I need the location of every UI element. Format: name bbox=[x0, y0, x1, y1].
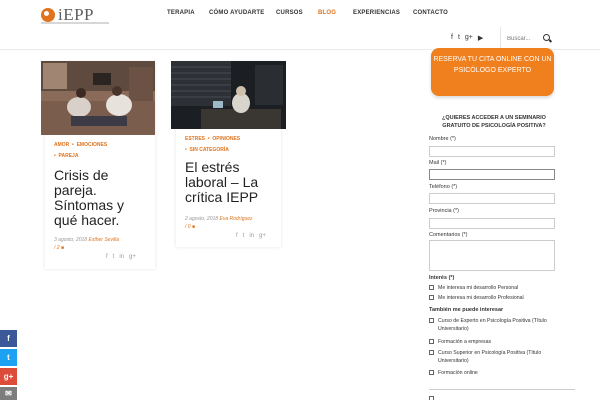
float-google-plus-icon[interactable]: g+ bbox=[0, 368, 17, 385]
tag-link[interactable]: SIN CATEGORÍA bbox=[190, 147, 229, 153]
interest-option[interactable]: Me interesa mi desarrollo Personal bbox=[429, 284, 518, 292]
nav-item-terapia[interactable]: TERAPIA bbox=[167, 10, 195, 16]
tag-link[interactable]: EMOCIONES bbox=[77, 142, 108, 148]
maybe-option[interactable]: Curso de Experto en Psicología Positiva … bbox=[429, 317, 549, 333]
checkbox[interactable] bbox=[429, 285, 434, 290]
header-social-icons: f t g+ ▶ bbox=[451, 34, 483, 42]
facebook-icon[interactable]: f bbox=[236, 233, 238, 239]
youtube-icon[interactable]: ▶ bbox=[478, 34, 483, 42]
post-meta: 3 agosto, 2018 Esther Sevilla / 2 ■ bbox=[54, 236, 150, 252]
privacy-checkbox[interactable] bbox=[429, 396, 434, 400]
search-icon[interactable] bbox=[543, 34, 550, 41]
option-label: Curso Superior en Psicología Positiva (T… bbox=[438, 350, 542, 364]
facebook-icon[interactable]: f bbox=[106, 254, 108, 260]
linkedin-icon[interactable]: in bbox=[119, 254, 124, 260]
tag-link[interactable]: AMOR bbox=[54, 142, 69, 148]
maybe-option[interactable]: Formación online bbox=[429, 369, 478, 377]
share-icons: f t in g+ bbox=[106, 254, 136, 260]
post-date: 2 agosto, 2018 bbox=[185, 216, 219, 222]
post-author[interactable]: Esther Sevilla bbox=[88, 237, 119, 243]
facebook-icon[interactable]: f bbox=[451, 34, 453, 42]
google-plus-icon[interactable]: g+ bbox=[259, 233, 266, 239]
phone-field[interactable] bbox=[429, 193, 555, 204]
tag-link[interactable]: OPINIONES bbox=[212, 136, 240, 142]
comments-textarea[interactable] bbox=[429, 240, 555, 271]
logo-icon bbox=[41, 8, 55, 22]
checkbox[interactable] bbox=[429, 339, 434, 344]
tag-link[interactable]: ESTRES bbox=[185, 136, 205, 142]
checkbox[interactable] bbox=[429, 350, 434, 355]
twitter-icon[interactable]: t bbox=[243, 233, 245, 239]
twitter-icon[interactable]: t bbox=[458, 34, 460, 42]
nav-item-cursos[interactable]: CURSOS bbox=[276, 10, 303, 16]
linkedin-icon[interactable]: in bbox=[249, 233, 254, 239]
comment-icon: ■ bbox=[191, 224, 195, 230]
post-tags: ESTRES • OPINIONES • SIN CATEGORÍA bbox=[185, 136, 241, 153]
post-comments[interactable]: / 0 bbox=[185, 224, 191, 230]
email-field[interactable] bbox=[429, 169, 555, 180]
twitter-icon[interactable]: t bbox=[113, 254, 115, 260]
post-meta: 2 agosto, 2018 Eva Rodríguez / 0 ■ bbox=[185, 215, 281, 231]
field-label-name: Nombre (*) bbox=[429, 136, 456, 142]
post-image-couple[interactable] bbox=[41, 61, 155, 135]
option-label: Formación online bbox=[438, 370, 478, 376]
field-label-province: Provincia (*) bbox=[429, 208, 459, 214]
post-title[interactable]: El estrés laboral – La crítica IEPP bbox=[185, 160, 277, 205]
post-image-office[interactable] bbox=[171, 61, 286, 129]
book-appointment-button[interactable]: RESERVA TU CITA ONLINE CON UN PSICÓLOGO … bbox=[431, 48, 554, 96]
interest-option[interactable]: Me interesa mi desarrollo Profesional bbox=[429, 294, 524, 302]
google-plus-icon[interactable]: g+ bbox=[465, 34, 473, 42]
comment-icon: ■ bbox=[60, 245, 64, 251]
post-author[interactable]: Eva Rodríguez bbox=[219, 216, 252, 222]
maybe-label: También me puede interesar bbox=[429, 307, 504, 313]
form-title: ¿QUIERES ACCEDER A UN SEMINARIO GRATUITO… bbox=[442, 115, 546, 129]
tag-link[interactable]: PAREJA bbox=[59, 153, 79, 159]
post-date: 3 agosto, 2018 bbox=[54, 237, 88, 243]
maybe-option[interactable]: Formación a empresas bbox=[429, 338, 491, 346]
nav-item-como-ayudarte[interactable]: CÓMO AYUDARTE bbox=[209, 10, 265, 16]
option-label: Me interesa mi desarrollo Profesional bbox=[438, 295, 524, 301]
name-field[interactable] bbox=[429, 146, 555, 157]
logo-tagline-bar bbox=[41, 22, 109, 24]
float-twitter-icon[interactable]: t bbox=[0, 349, 17, 366]
nav-item-blog[interactable]: BLOG bbox=[318, 10, 336, 16]
province-field[interactable] bbox=[429, 218, 555, 229]
checkbox[interactable] bbox=[429, 295, 434, 300]
share-icons: f t in g+ bbox=[236, 233, 266, 239]
post-title[interactable]: Crisis de pareja. Síntomas y qué hacer. bbox=[54, 168, 150, 228]
checkbox[interactable] bbox=[429, 318, 434, 323]
option-label: Formación a empresas bbox=[438, 339, 492, 345]
field-label-phone: Teléfono (*) bbox=[429, 184, 458, 190]
field-label-comments: Comentarios (*) bbox=[429, 232, 468, 238]
interest-label: Interés (*) bbox=[429, 275, 455, 281]
nav-item-contacto[interactable]: CONTACTO bbox=[413, 10, 448, 16]
google-plus-icon[interactable]: g+ bbox=[129, 254, 136, 260]
float-mail-icon[interactable]: ✉ bbox=[0, 387, 17, 400]
float-facebook-icon[interactable]: f bbox=[0, 330, 17, 347]
checkbox[interactable] bbox=[429, 370, 434, 375]
field-label-mail: Mail (*) bbox=[429, 160, 447, 166]
sidebar-divider bbox=[429, 389, 575, 390]
post-tags: AMOR • EMOCIONES • PAREJA bbox=[54, 142, 108, 159]
option-label: Me interesa mi desarrollo Personal bbox=[438, 285, 519, 291]
post-comments[interactable]: / 2 bbox=[54, 245, 60, 251]
site-header: iEPP TERAPIA CÓMO AYUDARTE CURSOS BLOG E… bbox=[0, 0, 600, 50]
maybe-option[interactable]: Curso Superior en Psicología Positiva (T… bbox=[429, 349, 549, 365]
nav-item-experiencias[interactable]: EXPERIENCIAS bbox=[353, 10, 400, 16]
option-label: Curso de Experto en Psicología Positiva … bbox=[438, 318, 547, 332]
